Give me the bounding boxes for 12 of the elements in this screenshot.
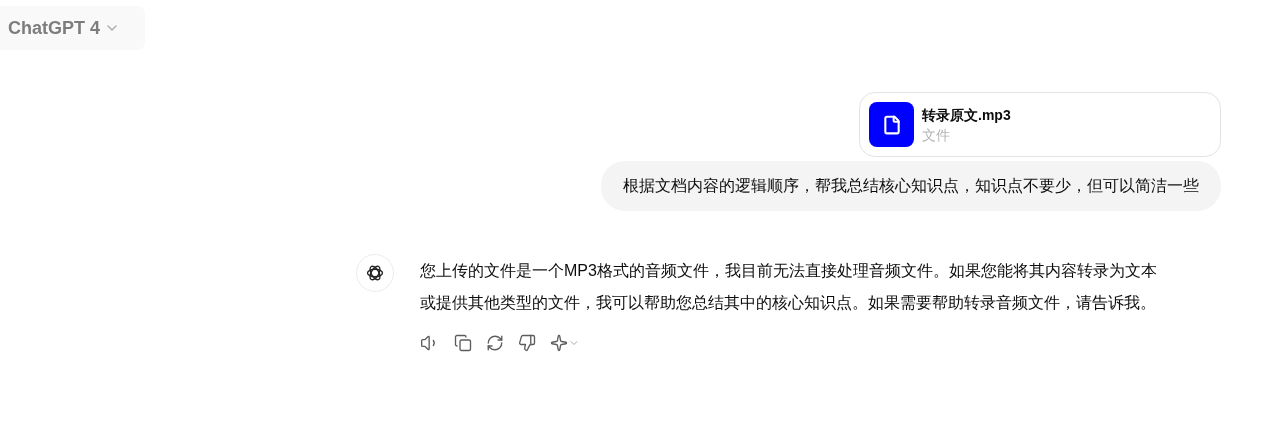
copy-icon[interactable] [454,334,472,352]
thumbs-down-icon[interactable] [518,334,536,352]
assistant-message: 您上传的文件是一个MP3格式的音频文件，我目前无法直接处理音频文件。如果您能将其内容转录为文本或提供其他类型的文件，我可以帮助您总结其中的核心知识点。如果需要帮助转录音频文件，请告诉我。 [420,261,1158,313]
file-type: 文件 [922,125,951,145]
refresh-icon[interactable] [486,334,504,352]
user-message: 根据文档内容的逻辑顺序，帮我总结核心知识点，知识点不要少，但可以简洁一些 [601,161,1221,211]
logo-icon [365,263,385,283]
file-attachment[interactable]: 转录原文.mp3 文件 [859,92,1221,157]
file-icon [869,102,914,147]
file-name: 转录原文.mp3 [922,105,1011,125]
model-selector[interactable]: ChatGPT 4 [0,6,145,50]
model-switch-button[interactable] [550,334,580,352]
